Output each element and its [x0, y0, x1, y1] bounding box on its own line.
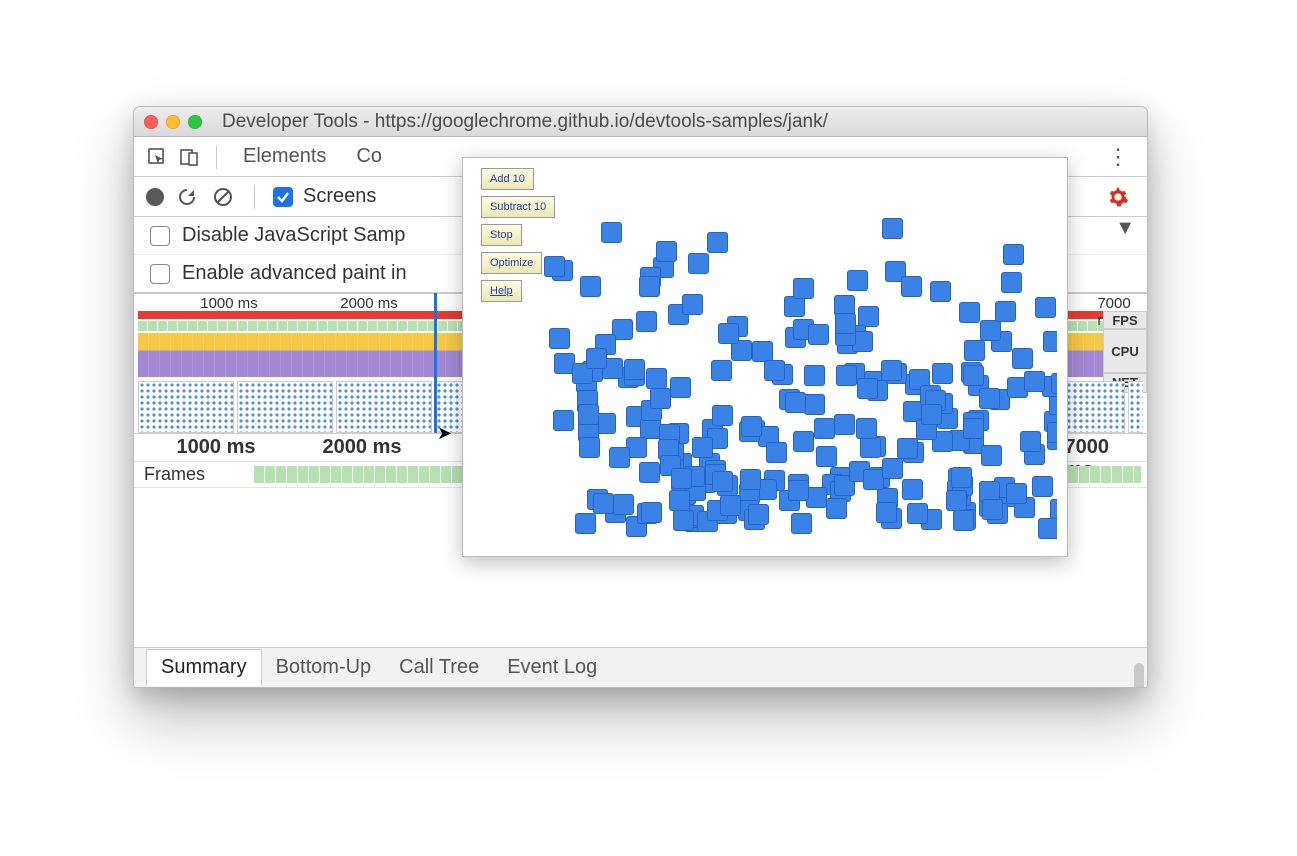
device-toggle-icon[interactable] — [176, 144, 202, 170]
screenshots-checkbox[interactable] — [273, 187, 293, 207]
titlebar: Developer Tools - https://googlechrome.g… — [134, 107, 1147, 137]
clear-icon[interactable] — [210, 184, 236, 210]
preview-optimize-button: Optimize — [481, 252, 542, 274]
disable-js-samples-checkbox[interactable] — [150, 226, 170, 246]
frames-track-label: Frames — [134, 464, 215, 485]
tab-call-tree[interactable]: Call Tree — [385, 650, 493, 685]
screenshot-thumb[interactable] — [138, 381, 234, 433]
window-controls — [144, 115, 202, 129]
tick: 1000 ms — [200, 295, 258, 312]
screenshot-preview: Add 10 Subtract 10 Stop Optimize Help — [462, 157, 1068, 557]
disable-js-samples-label: Disable JavaScript Samp — [182, 224, 405, 247]
inspect-icon[interactable] — [144, 144, 170, 170]
tab-console[interactable]: Co — [344, 141, 394, 172]
tab-event-log[interactable]: Event Log — [493, 650, 611, 685]
tick: 1000 ms — [177, 436, 256, 459]
screenshot-thumb[interactable] — [237, 381, 333, 433]
divider — [254, 185, 255, 209]
tab-elements[interactable]: Elements — [231, 141, 338, 172]
cpu-label: CPU — [1103, 329, 1147, 373]
scrollbar-thumb[interactable] — [1134, 663, 1144, 688]
screenshot-thumb[interactable] — [336, 381, 432, 433]
preview-stop-button: Stop — [481, 224, 522, 246]
maximize-button[interactable] — [188, 115, 202, 129]
details-tabs: Summary Bottom-Up Call Tree Event Log — [134, 647, 1147, 687]
window-title: Developer Tools - https://googlechrome.g… — [222, 111, 828, 133]
tab-summary[interactable]: Summary — [146, 649, 262, 686]
devtools-window: Developer Tools - https://googlechrome.g… — [133, 106, 1148, 688]
preview-canvas — [543, 168, 1057, 546]
settings-gear-icon[interactable] — [1107, 186, 1129, 208]
reload-icon[interactable] — [174, 184, 200, 210]
overview-cursor[interactable] — [434, 293, 437, 433]
more-menu-icon[interactable]: ⋮ — [1099, 144, 1137, 170]
divider — [216, 145, 217, 169]
record-button[interactable] — [146, 188, 164, 206]
tab-bottom-up[interactable]: Bottom-Up — [262, 650, 386, 685]
fps-label: FPS — [1103, 311, 1147, 329]
tick: 2000 ms — [323, 436, 402, 459]
enable-paint-checkbox[interactable] — [150, 264, 170, 284]
enable-paint-label: Enable advanced paint in — [182, 262, 407, 285]
tick: 2000 ms — [340, 295, 398, 312]
screenshots-label: Screens — [303, 185, 376, 208]
preview-add-button: Add 10 — [481, 168, 534, 190]
screenshot-thumb[interactable] — [1128, 381, 1143, 433]
minimize-button[interactable] — [166, 115, 180, 129]
collapse-options-icon[interactable]: ▼ — [1115, 217, 1135, 240]
close-button[interactable] — [144, 115, 158, 129]
preview-help-button: Help — [481, 280, 522, 302]
